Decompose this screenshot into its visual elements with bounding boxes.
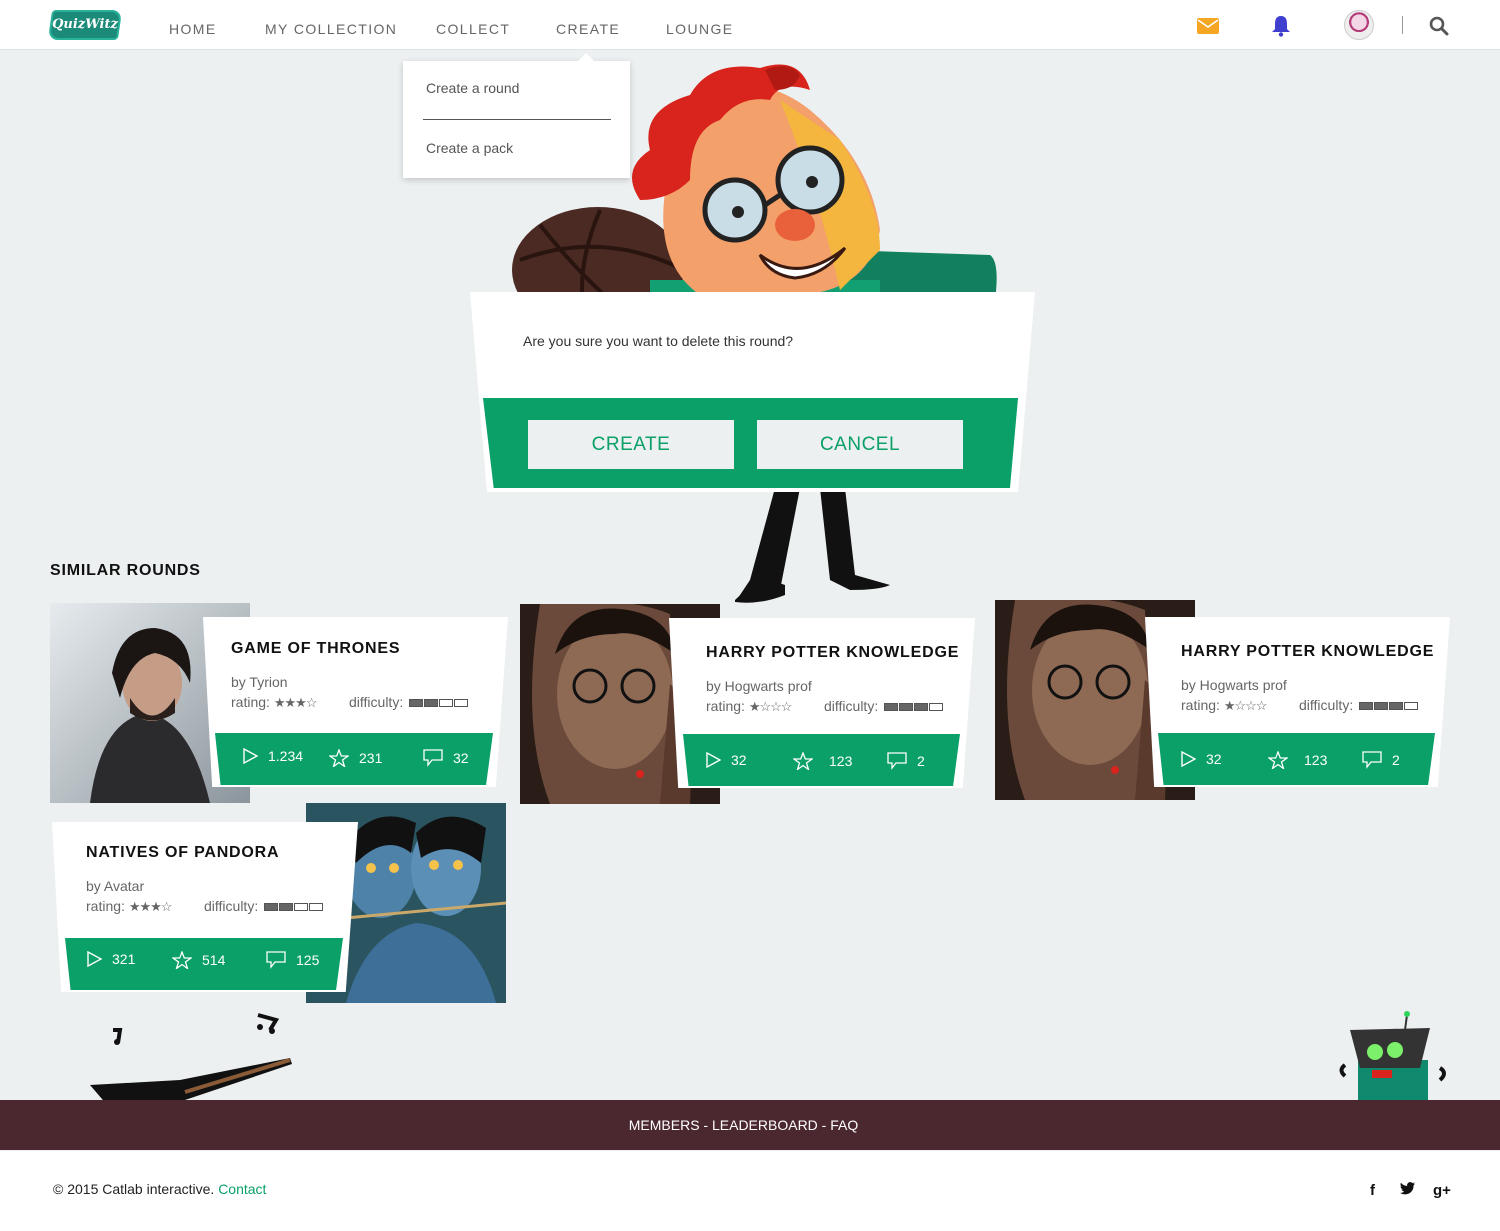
rating-stars: ★☆☆☆ [748,699,793,714]
play-icon [243,748,258,764]
round-difficulty: difficulty: [1299,697,1419,713]
nav-lounge[interactable]: LOUNGE [666,0,734,50]
rating-stars: ★★★☆ [273,695,318,710]
play-icon [87,951,102,967]
round-rating: rating: ★☆☆☆ [706,698,793,714]
round-difficulty: difficulty: [349,694,469,710]
plays-count: 32 [1180,751,1222,767]
difficulty-bar [884,703,944,712]
facebook-icon[interactable]: f [1370,1182,1375,1199]
nav-divider [1402,16,1403,34]
create-button[interactable]: CREATE [528,420,734,469]
round-title[interactable]: GAME OF THRONES [231,640,400,658]
round-author: by Tyrion [231,674,288,690]
round-rating: rating: ★☆☆☆ [1181,697,1268,713]
search-icon[interactable] [1427,14,1451,38]
round-author: by Avatar [86,878,145,894]
nav-collect[interactable]: COLLECT [436,0,510,50]
play-icon [1181,751,1196,767]
favorites-count: 123 [793,752,852,770]
top-navigation-bar: QuizWitz HOME MY COLLECTION COLLECT CREA… [0,0,1500,50]
favorites-count: 123 [1268,751,1327,769]
comment-icon [423,749,443,767]
contact-link[interactable]: Contact [218,1181,266,1197]
plays-count: 321 [86,951,135,967]
rating-stars: ★★★☆ [128,899,173,914]
round-rating: rating: ★★★☆ [231,694,318,710]
difficulty-bar [264,903,324,912]
comments-count: 2 [887,752,925,770]
play-icon [706,752,721,768]
copyright: © 2015 Catlab interactive. Contact [53,1181,267,1197]
bell-icon[interactable] [1269,14,1293,38]
difficulty-bar [1359,702,1419,711]
star-icon [329,749,349,767]
mail-icon[interactable] [1196,14,1220,38]
favorites-count: 231 [329,749,382,767]
comment-icon [887,752,907,770]
comment-icon [1362,751,1382,769]
dropdown-divider [423,119,611,120]
star-icon [1268,751,1288,769]
star-icon [793,752,813,770]
star-icon [172,951,192,969]
google-plus-icon[interactable]: g+ [1433,1182,1451,1199]
round-author: by Hogwarts prof [1181,677,1287,693]
footer-links[interactable]: MEMBERS - LEADERBOARD - FAQ [0,1117,1487,1133]
cancel-button[interactable]: CANCEL [757,420,963,469]
comments-count: 125 [266,951,319,969]
avatar[interactable] [1344,10,1374,40]
comments-count: 2 [1362,751,1400,769]
twitter-icon[interactable] [1400,1182,1415,1199]
plays-count: 32 [705,752,747,768]
create-round-item[interactable]: Create a round [426,80,519,96]
similar-rounds-title: SIMILAR ROUNDS [50,562,201,579]
rating-stars: ★☆☆☆ [1223,698,1268,713]
dialog-message: Are you sure you want to delete this rou… [523,333,794,349]
round-rating: rating: ★★★☆ [86,898,173,914]
round-title[interactable]: HARRY POTTER KNOWLEDGE [1181,643,1434,661]
quizwitz-logo[interactable]: QuizWitz [47,10,123,40]
comment-icon [266,951,286,969]
difficulty-bar [409,699,469,708]
round-title[interactable]: HARRY POTTER KNOWLEDGE [706,644,959,662]
round-title[interactable]: NATIVES OF PANDORA [86,844,279,862]
round-difficulty: difficulty: [824,698,944,714]
favorites-count: 514 [172,951,225,969]
comments-count: 32 [423,749,469,767]
round-author: by Hogwarts prof [706,678,812,694]
nav-create[interactable]: CREATE [556,0,620,50]
create-pack-item[interactable]: Create a pack [426,140,513,156]
nav-my-collection[interactable]: MY COLLECTION [265,0,397,50]
round-difficulty: difficulty: [204,898,324,914]
nav-home[interactable]: HOME [169,0,217,50]
create-dropdown-menu: Create a round Create a pack [403,53,630,178]
plays-count: 1.234 [242,748,303,764]
